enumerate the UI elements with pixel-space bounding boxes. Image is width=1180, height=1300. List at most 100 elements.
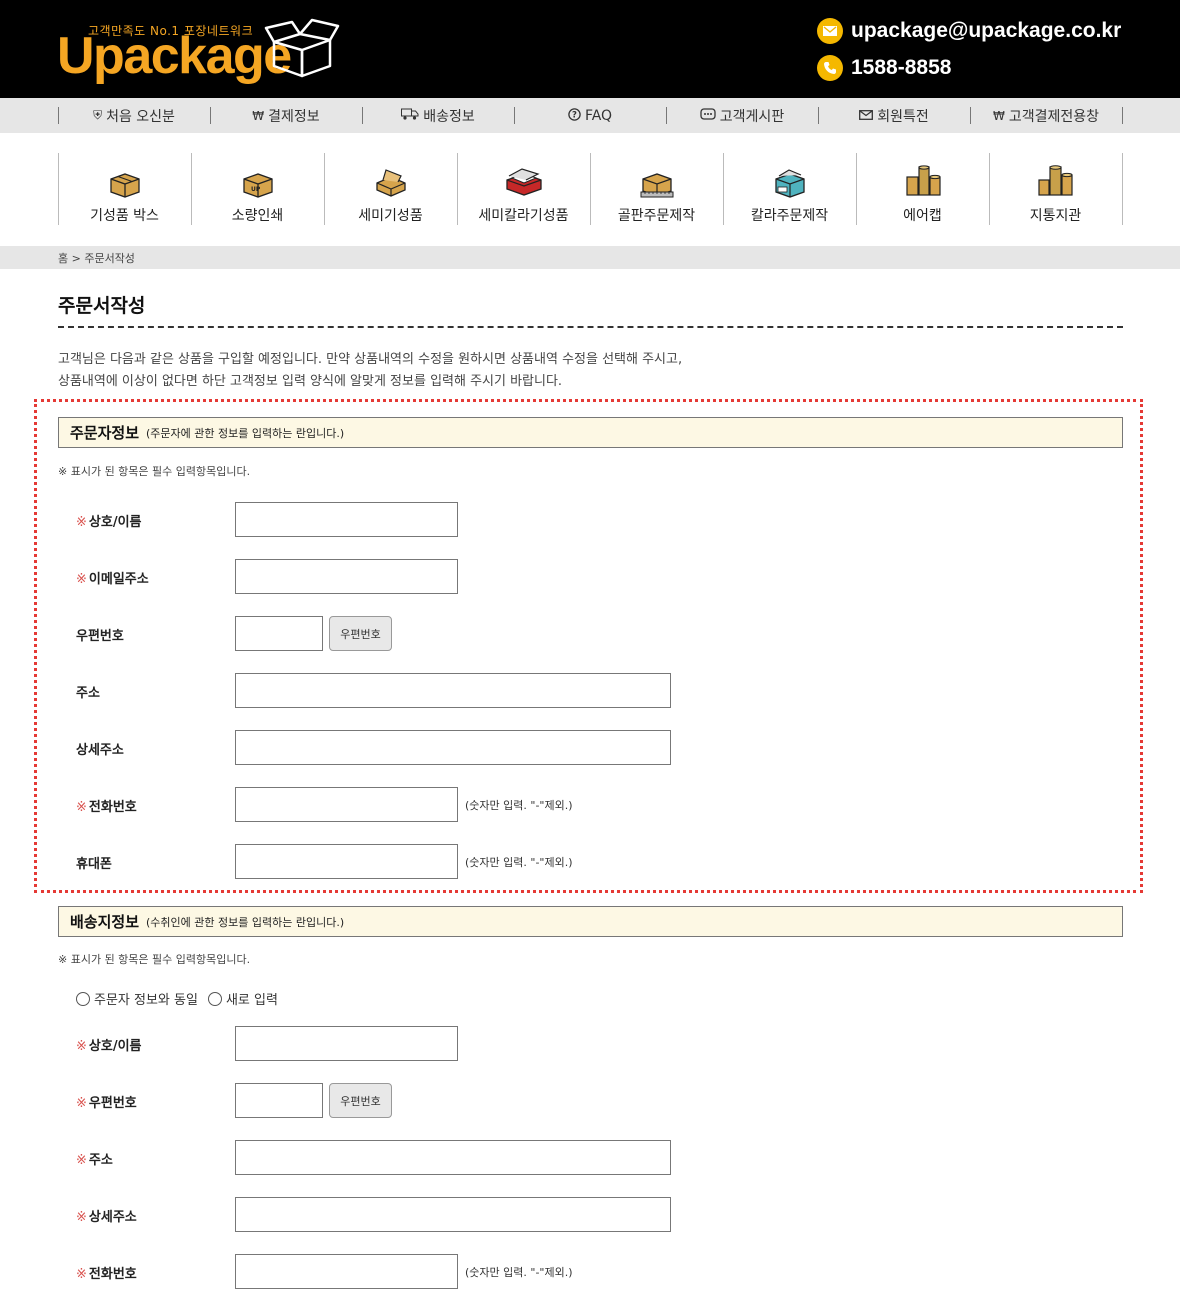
orderer-name-input[interactable] [235,502,458,537]
label-text: 이메일주소 [88,572,149,587]
page-title: 주문서작성 [58,295,146,317]
shipping-zip-input[interactable] [235,1083,323,1118]
svg-text:?: ? [572,110,577,120]
shipping-zip-label: ※ 우편번호 [76,1092,137,1111]
orderer-address-detail-input[interactable] [235,730,671,765]
logo-wordmark: Upackage [57,27,292,85]
category-standard-box[interactable]: 기성품 박스 [58,153,191,225]
required-mark: ※ [76,1039,87,1054]
title-divider [58,326,1123,328]
label-text: 주소 [88,1153,113,1168]
label-text: 전화번호 [88,1267,137,1282]
menu-label: 고객게시판 [719,108,785,125]
radio-same-as-orderer[interactable]: 주문자 정보와 동일 [76,989,198,1008]
top-menu: ⛨ 처음 오신분 ₩ 결제정보 배송정보 ? FAQ 고객게시판 회원특전 ₩ 고객결… [0,98,1180,133]
header-phone[interactable]: 1588-8858 [817,54,1147,82]
radio-new-entry[interactable]: 새로 입력 [207,989,278,1008]
breadcrumb[interactable]: 홈 > 주문서작성 [58,250,135,266]
category-label: 기성품 박스 [90,208,159,224]
shipping-zip-search-button[interactable]: 우편번호 [329,1083,392,1118]
site-logo[interactable]: 고객만족도 No.1 포장네트워크 Upackage [57,14,347,84]
custom-color-box-icon [773,161,807,199]
menu-label: 배송정보 [423,108,475,125]
category-label: 에어캡 [903,208,942,224]
category-air-cap[interactable]: 에어캡 [856,153,989,225]
required-mark: ※ [76,572,87,587]
category-semi-color[interactable]: 세미칼라기성품 [457,153,590,225]
shipping-address-detail-input[interactable] [235,1197,671,1232]
orderer-zip-label: 우편번호 [76,629,124,644]
label-text: 상호/이름 [88,515,142,530]
category-small-print[interactable]: UP 소량인쇄 [191,153,324,225]
intro-text: 고객님은 다음과 같은 상품을 구입할 예정입니다. 만약 상품내역의 수정을 … [58,349,682,393]
shipping-address-input[interactable] [235,1140,671,1175]
phone-hint: (숫자만 입력. "-"제외.) [465,1266,573,1279]
required-note: ※ 표시가 된 항목은 필수 입력항목입니다. [58,465,251,478]
orderer-address-detail-label: 상세주소 [76,743,124,758]
menu-item-faq[interactable]: ? FAQ [514,98,666,133]
category-label: 골판주문제작 [617,208,696,224]
menu-item-customer-payment[interactable]: ₩ 고객결제전용창 [970,98,1122,133]
orderer-mobile-input[interactable] [235,844,458,879]
orderer-zip-search-button[interactable]: 우편번호 [329,616,392,651]
svg-text:UP: UP [251,186,261,193]
header-email[interactable]: upackage@upackage.co.kr [817,17,1147,45]
printed-box-icon: UP [242,161,274,199]
shipping-name-input[interactable] [235,1026,458,1061]
menu-label: 처음 오신분 [106,108,175,125]
intro-line: 상품내역에 이상이 없다면 하단 고객정보 입력 양식에 알맞게 정보를 입력해… [58,374,563,389]
orderer-phone-input[interactable] [235,787,458,822]
menu-item-member-benefits[interactable]: 회원특전 [818,98,970,133]
required-mark: ※ [76,1153,87,1168]
category-label: 칼라주문제작 [750,208,829,224]
menu-item-customer-board[interactable]: 고객게시판 [666,98,818,133]
category-paper-tube[interactable]: 지통지관 [989,153,1122,225]
open-box-icon [374,161,408,199]
orderer-address-label: 주소 [76,686,100,701]
category-color-custom[interactable]: 칼라주문제작 [723,153,856,225]
shipping-name-label: ※ 상호/이름 [76,1035,142,1054]
radio-label: 새로 입력 [225,993,278,1008]
orderer-email-label: ※ 이메일주소 [76,568,149,587]
label-text: 상호/이름 [88,1039,142,1054]
box-logo-icon [264,18,340,78]
orderer-email-input[interactable] [235,559,458,594]
orderer-zip-input[interactable] [235,616,323,651]
orderer-mobile-label: 휴대폰 [76,857,112,872]
section-title: 배송지정보 [70,913,140,931]
category-semi-standard[interactable]: 세미기성품 [324,153,457,225]
section-subtitle: (주문자에 관한 정보를 입력하는 란입니다.) [146,426,345,440]
air-cap-roll-icon [903,161,943,199]
box-icon [109,161,141,199]
phone-icon [817,55,843,81]
shipping-phone-input[interactable] [235,1254,458,1289]
radio-circle[interactable] [207,991,222,1006]
menu-item-payment-info[interactable]: ₩ 결제정보 [210,98,362,133]
phone-hint: (숫자만 입력. "-"제외.) [465,799,573,812]
category-corrugated-custom[interactable]: 골판주문제작 [590,153,723,225]
category-label: 소량인쇄 [231,208,284,224]
breadcrumb-bar: 홈 > 주문서작성 [0,246,1180,269]
menu-label: 회원특전 [877,108,929,125]
orderer-address-input[interactable] [235,673,671,708]
label-text: 상세주소 [88,1210,137,1225]
orderer-phone-label: ※ 전화번호 [76,796,137,815]
category-label: 세미칼라기성품 [478,208,569,224]
ruler-box-icon [640,161,674,199]
chat-icon [700,108,716,123]
menu-label: 고객결제전용창 [1008,108,1100,125]
shield-icon: ⛨ [93,108,103,122]
shipping-address-label: ※ 주소 [76,1149,113,1168]
required-mark: ※ [76,1267,87,1282]
envelope-icon [859,109,874,123]
category-menu: 기성품 박스 UP 소량인쇄 세미기성품 세미칼라기성품 골판주문제작 칼라주문… [0,133,1180,246]
required-note: ※ 표시가 된 항목은 필수 입력항목입니다. [58,953,251,966]
label-text: 전화번호 [88,800,137,815]
menu-item-first-visit[interactable]: ⛨ 처음 오신분 [58,98,210,133]
shipping-section-header: 배송지정보 (수취인에 관한 정보를 입력하는 란입니다.) [58,906,1123,937]
site-header: 고객만족도 No.1 포장네트워크 Upackage upackage@upac… [0,0,1180,98]
radio-circle[interactable] [76,991,90,1006]
phone-number: 1588-8858 [851,56,952,79]
shipping-address-detail-label: ※ 상세주소 [76,1206,137,1225]
menu-item-shipping-info[interactable]: 배송정보 [362,98,514,133]
